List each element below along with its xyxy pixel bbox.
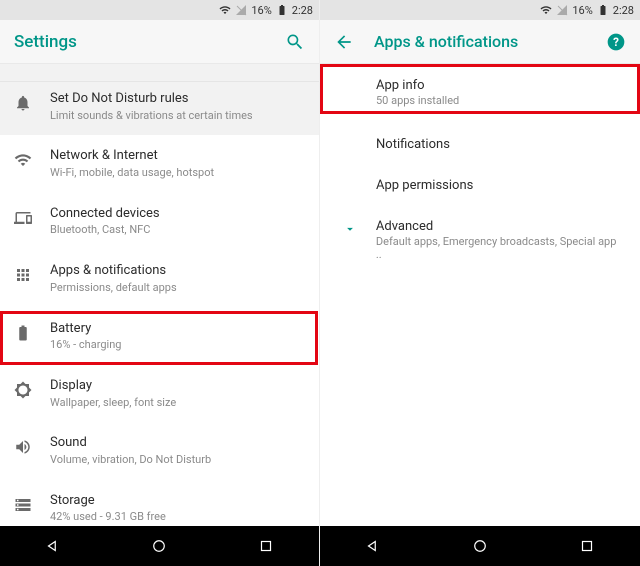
battery-icon: [14, 324, 32, 342]
app-info-title: App info: [376, 78, 624, 93]
nav-recent-icon[interactable]: [257, 537, 275, 555]
navbar-left: [0, 526, 319, 566]
display-icon: [14, 381, 32, 399]
bell-icon: [14, 94, 32, 112]
row-sound[interactable]: Sound Volume, vibration, Do Not Disturb: [0, 422, 319, 479]
section-divider: [0, 64, 319, 82]
battery-status-icon: [597, 4, 609, 16]
apps-icon: [14, 266, 32, 284]
apps-notifications-title: Apps & notifications: [374, 32, 606, 51]
phone-right: 16% 2:28 Apps & notifications ? App info…: [320, 0, 640, 566]
network-sub: Wi-Fi, mobile, data usage, hotspot: [50, 166, 305, 181]
storage-sub: 42% used - 9.31 GB free: [50, 510, 305, 525]
row-app-permissions[interactable]: App permissions: [320, 170, 640, 211]
battery-title: Battery: [50, 320, 305, 338]
dnd-sub: Limit sounds & vibrations at certain tim…: [50, 109, 305, 124]
navbar-right: [320, 526, 640, 566]
phone-left: 16% 2:28 Settings Set Do Not Disturb rul…: [0, 0, 320, 566]
wifi-status-icon: [540, 4, 552, 16]
nav-back-icon[interactable]: [44, 537, 62, 555]
signal-off-icon: [556, 4, 568, 16]
settings-list: Set Do Not Disturb rules Limit sounds & …: [0, 64, 319, 526]
settings-title: Settings: [14, 32, 285, 52]
battery-status-icon: [276, 4, 288, 16]
statusbar-right: 16% 2:28: [320, 0, 640, 20]
time-label: 2:28: [292, 4, 313, 17]
devices-title: Connected devices: [50, 205, 305, 223]
appbar-right: Apps & notifications ?: [320, 20, 640, 64]
apps-notifications-list: App info 50 apps installed Notifications…: [320, 64, 640, 526]
time-label: 2:28: [613, 4, 634, 17]
sound-icon: [14, 438, 32, 456]
permissions-title: App permissions: [376, 178, 624, 193]
back-arrow-icon[interactable]: [334, 32, 354, 52]
row-apps-notifications[interactable]: Apps & notifications Permissions, defaul…: [0, 250, 319, 307]
nav-home-icon[interactable]: [150, 537, 168, 555]
nav-home-icon[interactable]: [471, 537, 489, 555]
advanced-title: Advanced: [376, 219, 624, 234]
chevron-down-icon: [343, 222, 357, 236]
svg-text:?: ?: [613, 35, 619, 49]
dnd-title: Set Do Not Disturb rules: [50, 90, 305, 108]
search-icon[interactable]: [285, 32, 305, 52]
statusbar-left: 16% 2:28: [0, 0, 319, 20]
signal-off-icon: [235, 4, 247, 16]
dual-phone-container: 16% 2:28 Settings Set Do Not Disturb rul…: [0, 0, 640, 566]
devices-icon: [14, 209, 32, 227]
sound-title: Sound: [50, 434, 305, 452]
notifications-title: Notifications: [376, 137, 624, 152]
row-dnd-rules[interactable]: Set Do Not Disturb rules Limit sounds & …: [0, 82, 319, 135]
apps-title: Apps & notifications: [50, 262, 305, 280]
sound-sub: Volume, vibration, Do Not Disturb: [50, 453, 305, 468]
nav-back-icon[interactable]: [364, 537, 382, 555]
battery-pct: 16%: [572, 4, 592, 17]
row-advanced[interactable]: Advanced Default apps, Emergency broadca…: [320, 211, 640, 273]
advanced-sub: Default apps, Emergency broadcasts, Spec…: [376, 235, 624, 261]
storage-icon: [14, 496, 32, 514]
appbar-left: Settings: [0, 20, 319, 64]
row-display[interactable]: Display Wallpaper, sleep, font size: [0, 365, 319, 422]
battery-pct: 16%: [251, 4, 271, 17]
row-notifications[interactable]: Notifications: [320, 119, 640, 170]
wifi-status-icon: [219, 4, 231, 16]
row-battery[interactable]: Battery 16% - charging: [0, 308, 319, 365]
row-storage[interactable]: Storage 42% used - 9.31 GB free: [0, 480, 319, 526]
nav-recent-icon[interactable]: [578, 537, 596, 555]
apps-sub: Permissions, default apps: [50, 281, 305, 296]
storage-title: Storage: [50, 492, 305, 510]
network-title: Network & Internet: [50, 147, 305, 165]
display-sub: Wallpaper, sleep, font size: [50, 396, 305, 411]
row-network[interactable]: Network & Internet Wi-Fi, mobile, data u…: [0, 135, 319, 192]
display-title: Display: [50, 377, 305, 395]
help-icon[interactable]: ?: [606, 32, 626, 52]
row-app-info[interactable]: App info 50 apps installed: [320, 64, 640, 119]
app-info-sub: 50 apps installed: [376, 94, 624, 107]
row-connected-devices[interactable]: Connected devices Bluetooth, Cast, NFC: [0, 193, 319, 250]
wifi-icon: [14, 151, 32, 169]
battery-sub: 16% - charging: [50, 338, 305, 353]
devices-sub: Bluetooth, Cast, NFC: [50, 223, 305, 238]
